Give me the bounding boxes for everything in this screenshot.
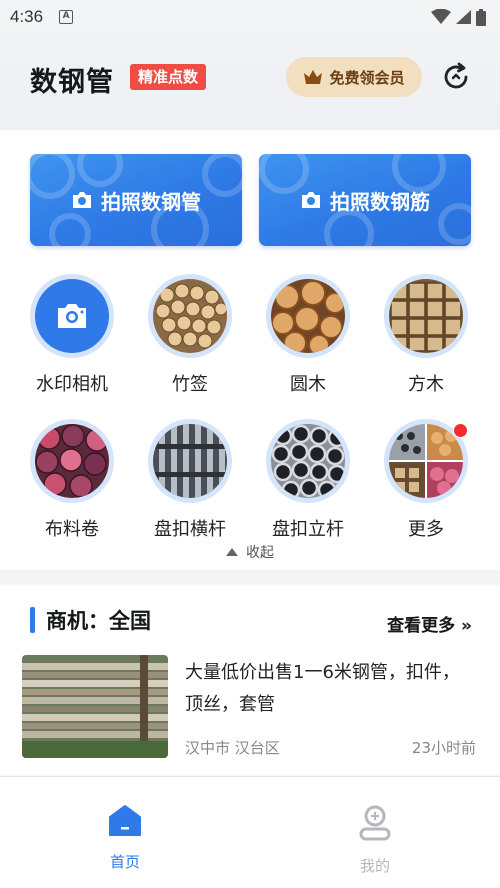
status-bar: 4:36 A xyxy=(0,0,500,34)
grid-label: 更多 xyxy=(408,519,444,540)
battery-icon xyxy=(476,8,486,26)
page-title: 数钢管 xyxy=(30,67,114,98)
tab-mine[interactable]: 我的 xyxy=(325,803,425,876)
tab-home[interactable]: 首页 xyxy=(75,803,175,872)
grid-item-bamboo[interactable]: 竹签 xyxy=(135,274,245,396)
refresh-icon[interactable] xyxy=(440,61,472,93)
camera-icon xyxy=(73,192,91,208)
grid-item-watermark-camera[interactable]: 水印相机 xyxy=(17,274,127,396)
notification-dot xyxy=(453,423,468,438)
double-chevron-right-icon: » xyxy=(461,616,472,636)
camera-icon xyxy=(302,192,320,208)
vip-label: 免费领会员 xyxy=(329,68,405,87)
crown-icon xyxy=(304,70,323,84)
view-more-link[interactable]: 查看更多 » xyxy=(387,611,472,636)
grid-item-fabric-roll[interactable]: 布料卷 xyxy=(17,419,127,541)
wifi-icon xyxy=(431,9,451,24)
grid-label: 竹签 xyxy=(172,374,208,395)
section-accent-bar xyxy=(30,607,35,633)
grid-item-disc-lock-crossbar[interactable]: 盘扣横杆 xyxy=(135,419,245,541)
grid-label: 盘扣横杆 xyxy=(154,519,226,540)
status-time: 4:36 xyxy=(10,7,44,26)
business-section: 商机：全国 查看更多 » 大量低价出售1一6米钢管，扣件，顶丝，套管 汉中市 汉… xyxy=(0,585,500,775)
free-vip-button[interactable]: 免费领会员 xyxy=(286,57,422,97)
signal-icon xyxy=(456,10,471,24)
bamboo-sticks-image xyxy=(148,274,232,358)
precision-badge: 精准点数 xyxy=(130,64,207,90)
home-icon xyxy=(109,805,141,836)
listing-description[interactable]: 大量低价出售1一6米钢管，扣件，顶丝，套管 xyxy=(185,657,475,721)
section-title: 商机：全国 xyxy=(46,609,151,633)
collapse-label: 收起 xyxy=(246,545,274,561)
main-card: 拍照数钢管 拍照数钢筋 水印相机 竹签 圆木 方木 布料卷 盘扣横杆 盘扣立杆 … xyxy=(0,130,500,570)
round-log-image xyxy=(266,274,350,358)
tab-home-label: 首页 xyxy=(109,853,140,871)
listing-location: 汉中市 汉台区 xyxy=(185,739,280,757)
header: 数钢管 精准点数 免费领会员 xyxy=(0,34,500,130)
square-timber-image xyxy=(384,274,468,358)
listing-thumbnail[interactable] xyxy=(22,655,168,758)
status-icons xyxy=(431,8,486,26)
photo-count-pipe-button[interactable]: 拍照数钢管 xyxy=(30,154,242,246)
grid-label: 布料卷 xyxy=(45,519,99,540)
photo-count-rebar-button[interactable]: 拍照数钢筋 xyxy=(259,154,471,246)
more-image xyxy=(384,419,468,503)
grid-item-round-log[interactable]: 圆木 xyxy=(253,274,363,396)
listing-time: 23小时前 xyxy=(411,739,476,757)
collapse-button[interactable]: 收起 xyxy=(0,542,500,562)
grid-label: 圆木 xyxy=(290,374,326,395)
watermark-camera-icon xyxy=(30,274,114,358)
view-more-label: 查看更多 xyxy=(387,616,456,636)
fabric-roll-image xyxy=(30,419,114,503)
disc-lock-crossbar-image xyxy=(148,419,232,503)
grid-item-more[interactable]: 更多 xyxy=(371,419,481,541)
tab-mine-label: 我的 xyxy=(359,857,390,875)
disc-lock-upright-image xyxy=(266,419,350,503)
grid-label: 盘扣立杆 xyxy=(272,519,344,540)
grid-item-square-timber[interactable]: 方木 xyxy=(371,274,481,396)
grid-label: 方木 xyxy=(408,374,444,395)
a-box-icon: A xyxy=(59,10,74,24)
bottom-tab-bar: 首页 我的 xyxy=(0,776,500,888)
grid-label: 水印相机 xyxy=(36,374,108,395)
grid-item-disc-lock-upright[interactable]: 盘扣立杆 xyxy=(253,419,363,541)
photo-count-pipe-label: 拍照数钢管 xyxy=(101,189,201,214)
user-icon xyxy=(359,805,391,841)
photo-count-rebar-label: 拍照数钢筋 xyxy=(330,189,430,214)
triangle-up-icon xyxy=(226,548,238,556)
